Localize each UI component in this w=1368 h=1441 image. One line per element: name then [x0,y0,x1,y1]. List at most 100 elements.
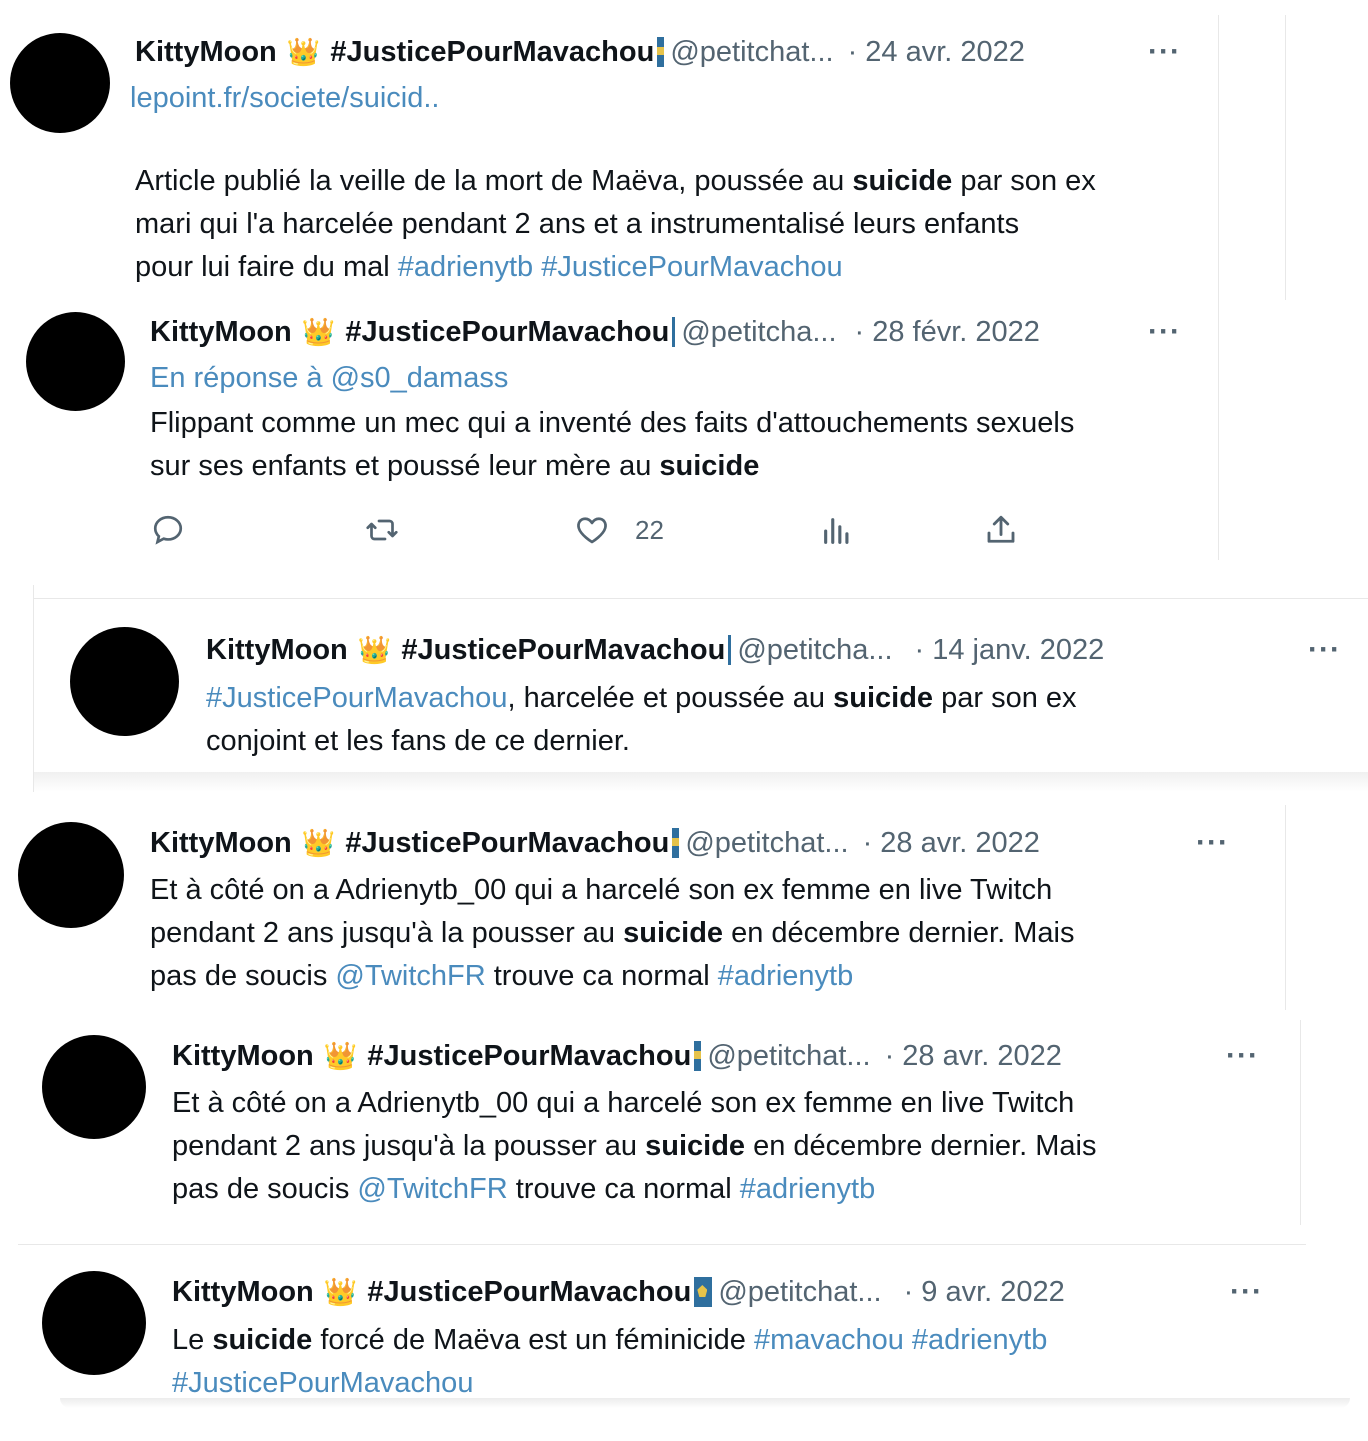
divider [1300,1020,1301,1225]
user-handle[interactable]: @petitcha... [681,314,836,350]
user-handle[interactable]: @petitchat... [707,1038,870,1074]
hashtag-link[interactable]: #mavachou #adrienytb [754,1324,1047,1356]
more-options-icon[interactable]: ··· [1230,1274,1263,1310]
tweet-date[interactable]: · 14 janv. 2022 [915,632,1105,668]
flag-icon [657,37,665,67]
tweet-text: Le suicide forcé de Maëva est un féminic… [172,1319,1047,1405]
display-name-hashtag: #JusticePourMavachou [367,1040,692,1072]
avatar[interactable] [18,822,124,928]
avatar[interactable] [42,1271,146,1375]
hashtag-link[interactable]: #adrienytb #JusticePourMavachou [398,251,843,283]
tweet-card-1[interactable]: KittyMoon 👑 #JusticePourMavachou @petitc… [0,0,1230,290]
text-segment: conjoint et les fans de ce dernier. [206,725,630,757]
display-name[interactable]: KittyMoon [150,825,292,861]
avatar[interactable] [70,627,179,736]
tweet-text: #JusticePourMavachou, harcelée et poussé… [206,677,1077,763]
display-name[interactable]: KittyMoon [206,632,348,668]
tweet-date[interactable]: · 28 févr. 2022 [855,314,1040,350]
tweet-card-5[interactable]: KittyMoon 👑 #JusticePourMavachou @petitc… [20,1020,1300,1225]
divider [1218,15,1219,560]
hashtag-link[interactable]: #adrienytb [718,960,853,992]
display-name-hashtag: #JusticePourMavachou [330,36,655,68]
text-segment: Et à côté on a Adrienytb_00 qui a harcel… [172,1087,1075,1119]
avatar[interactable] [26,312,125,411]
share-icon [987,515,1015,543]
display-name-hashtag: #JusticePourMavachou [345,827,670,859]
tweet-card-3[interactable]: KittyMoon 👑 #JusticePourMavachou @petitc… [34,599,1368,774]
display-name[interactable]: KittyMoon [150,314,292,350]
views-button[interactable] [820,514,854,548]
avatar[interactable] [42,1035,146,1139]
display-name[interactable]: KittyMoon [135,34,277,70]
retweet-icon [366,519,398,541]
text-segment: , harcelée et poussée au [507,682,834,714]
more-options-icon[interactable]: ··· [1308,632,1341,668]
card-shadow [34,772,1368,792]
tweet-date[interactable]: · 28 avr. 2022 [863,825,1040,861]
mention-link[interactable]: @TwitchFR [335,960,485,992]
text-segment: en décembre dernier. Mais [745,1130,1097,1162]
card-bottom-edge [60,1398,1350,1408]
tweet-text: Article publié la veille de la mort de M… [135,160,1096,289]
display-name[interactable]: KittyMoon [172,1038,314,1074]
text-segment: pas de soucis [150,960,336,992]
text-bold: suicide [623,917,724,949]
more-options-icon[interactable]: ··· [1226,1038,1259,1074]
text-segment: Le [172,1324,213,1356]
text-segment: Et à côté on a Adrienytb_00 qui a harcel… [150,874,1053,906]
text-segment: Article publié la veille de la mort de M… [135,165,853,197]
text-segment: par son ex [933,682,1077,714]
tweet-card-6[interactable]: KittyMoon 👑 #JusticePourMavachou @petitc… [20,1245,1306,1405]
text-bold: suicide [659,450,760,482]
tweet-header: KittyMoon 👑 #JusticePourMavachou @petitc… [172,1274,1065,1310]
user-handle[interactable]: @petitcha... [737,632,892,668]
display-name[interactable]: KittyMoon [172,1274,314,1310]
share-button[interactable] [983,512,1019,548]
reply-to-handle[interactable]: @s0_damass [331,362,509,394]
crown-icon: 👑 [301,828,336,858]
hashtag-link[interactable]: #JusticePourMavachou [206,682,507,714]
more-options-icon[interactable]: ··· [1148,34,1181,70]
user-handle[interactable]: @petitchat... [685,825,848,861]
tweet-card-4[interactable]: KittyMoon 👑 #JusticePourMavachou @petitc… [0,805,1285,1010]
flag-icon [728,635,732,665]
tweet-date[interactable]: · 24 avr. 2022 [848,34,1025,70]
reply-button[interactable] [150,512,186,548]
tweet-date[interactable]: · 9 avr. 2022 [904,1274,1065,1310]
reply-icon [153,515,183,545]
heart-icon [577,517,607,544]
avatar[interactable] [10,33,110,133]
user-handle[interactable]: @petitchat... [670,34,833,70]
tweet-header: KittyMoon 👑 #JusticePourMavachou @petitc… [135,34,1025,70]
hashtag-link[interactable]: #JusticePourMavachou [172,1367,473,1399]
more-options-icon[interactable]: ··· [1196,825,1229,861]
tweet-text: Flippant comme un mec qui a inventé des … [150,402,1074,488]
text-segment: pendant 2 ans jusqu'à la pousser au [172,1130,646,1162]
tweet-date[interactable]: · 28 avr. 2022 [885,1038,1062,1074]
reply-prefix: En réponse à [150,362,331,394]
retweet-button[interactable] [363,512,401,548]
crown-icon: 👑 [301,317,336,347]
like-button[interactable]: 22 [573,512,664,548]
user-handle[interactable]: @petitchat... [718,1274,881,1310]
text-segment: pour lui faire du mal [135,251,398,283]
display-name-hashtag: #JusticePourMavachou [367,1276,692,1308]
views-icon [824,518,849,544]
text-segment: trouve ca normal [507,1173,740,1205]
text-segment: sur ses enfants et poussé leur mère au [150,450,660,482]
tweet-text: Et à côté on a Adrienytb_00 qui a harcel… [150,869,1074,998]
tweet-text: Et à côté on a Adrienytb_00 qui a harcel… [172,1082,1096,1211]
flag-icon [694,1041,702,1071]
more-options-icon[interactable]: ··· [1148,314,1181,350]
crown-icon: 👑 [323,1277,358,1307]
text-bold: suicide [212,1324,313,1356]
text-segment: forcé de Maëva est un féminicide [312,1324,754,1356]
flag-icon [672,317,676,347]
tweet-card-2[interactable]: KittyMoon 👑 #JusticePourMavachou @petitc… [15,292,1217,560]
tweet-header: KittyMoon 👑 #JusticePourMavachou @petitc… [150,825,1040,861]
display-name-hashtag: #JusticePourMavachou [345,316,670,348]
text-bold: suicide [852,165,953,197]
mention-link[interactable]: @TwitchFR [357,1173,507,1205]
hashtag-link[interactable]: #adrienytb [740,1173,875,1205]
article-link[interactable]: lepoint.fr/societe/suicid.. [130,80,439,116]
